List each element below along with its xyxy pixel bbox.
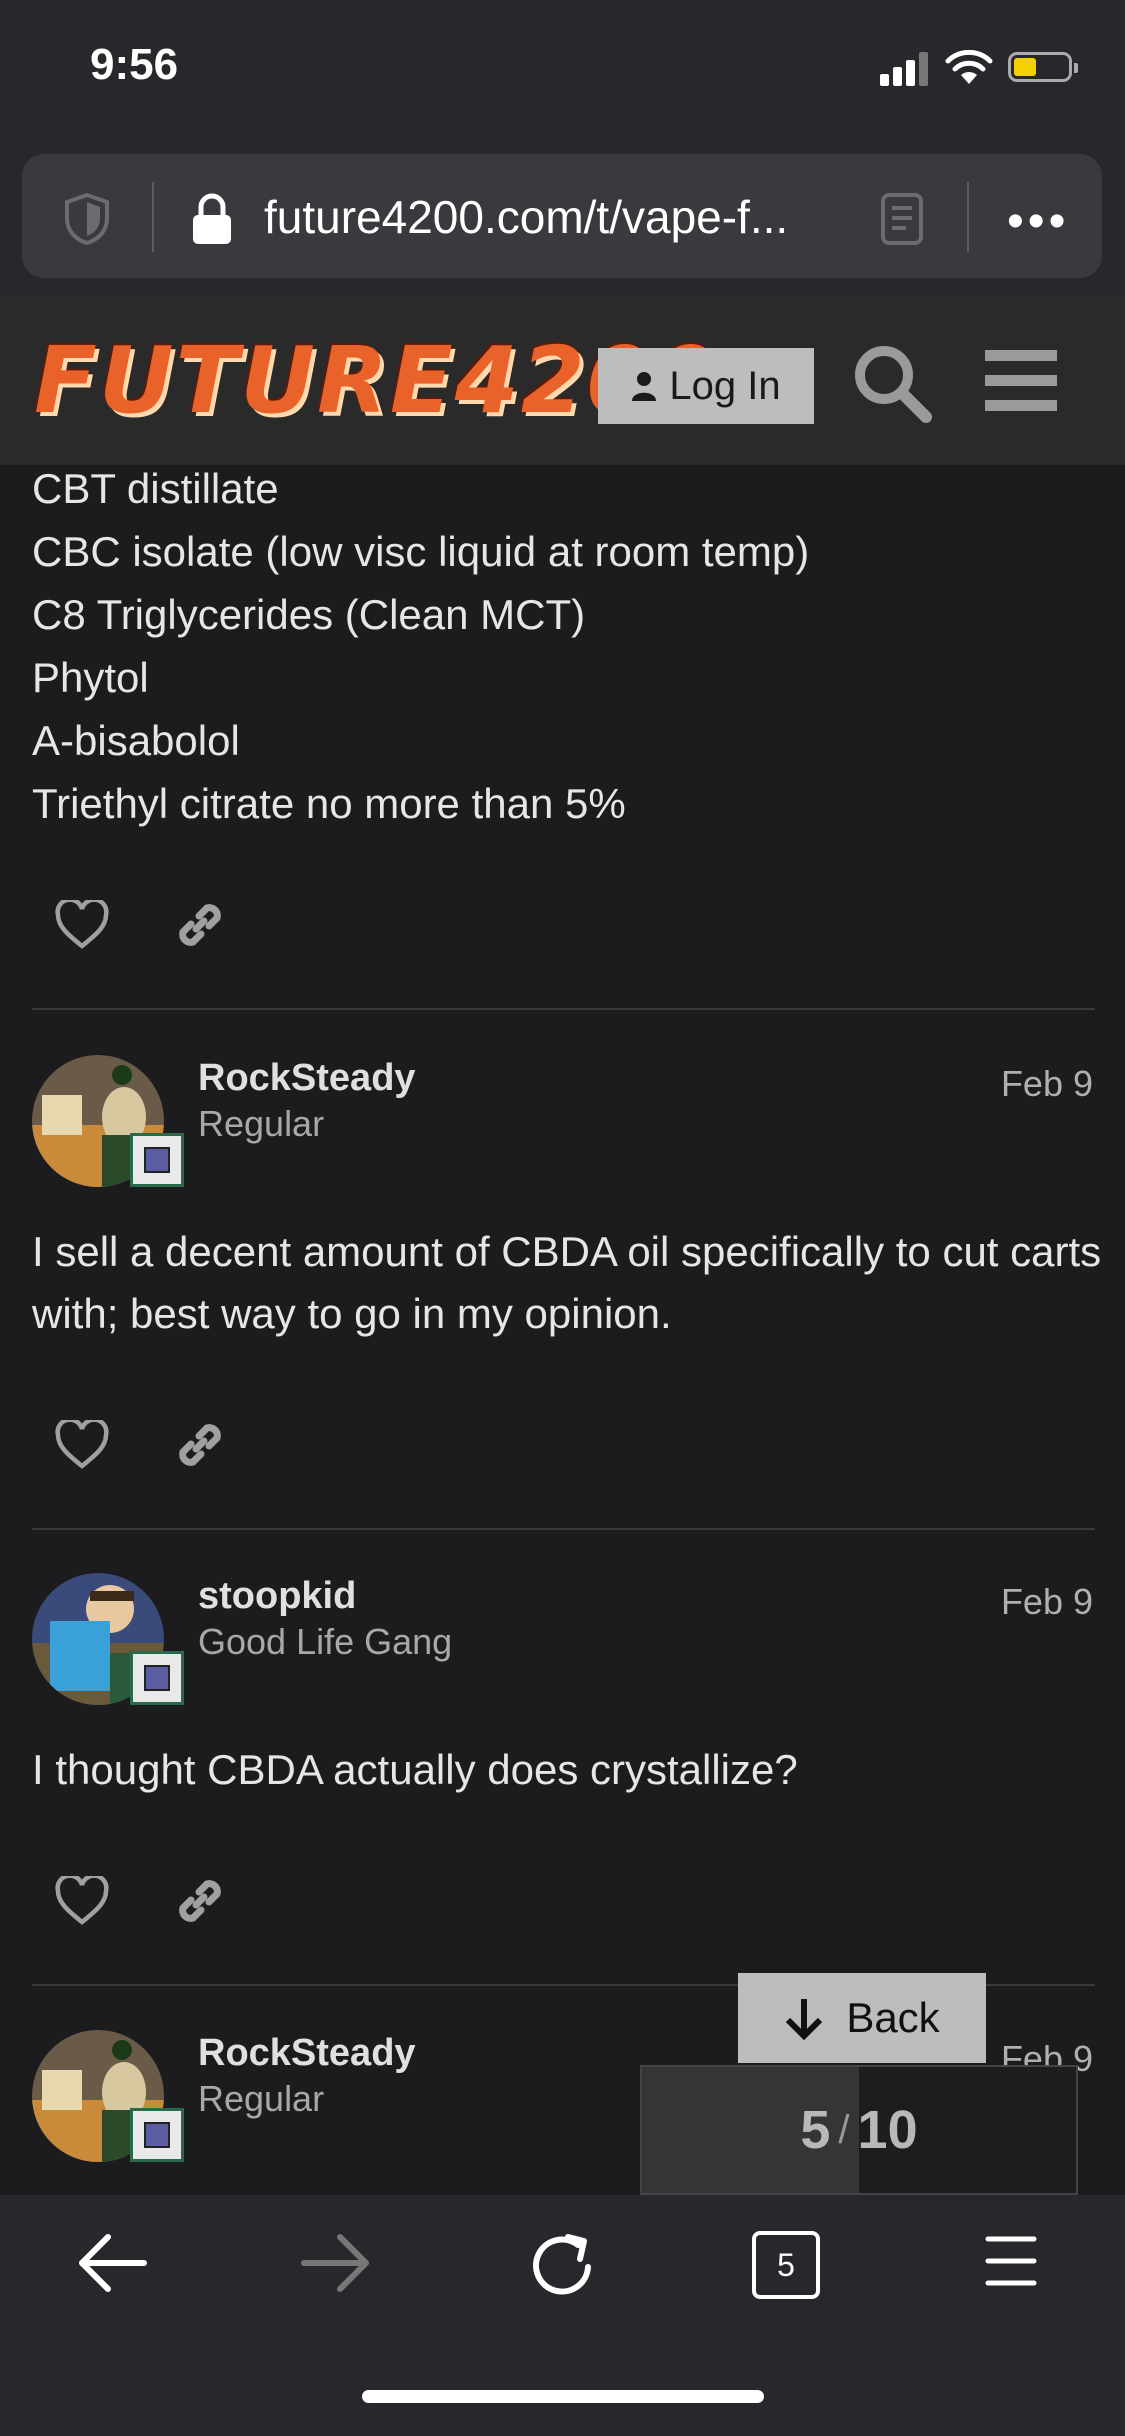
- post-user-title: Regular: [198, 1103, 325, 1144]
- share-link-icon[interactable]: [172, 1417, 228, 1473]
- post-divider: [32, 1008, 1095, 1010]
- post-text-line: Phytol: [32, 654, 149, 701]
- like-heart-icon[interactable]: [55, 900, 109, 950]
- battery-icon: [1008, 52, 1078, 82]
- user-flair-badge: [130, 2108, 184, 2162]
- post-user-title: Regular: [198, 2078, 325, 2119]
- more-options-icon[interactable]: •••: [1007, 194, 1069, 249]
- user-icon: [632, 372, 657, 401]
- post-date[interactable]: Feb 9: [1001, 1581, 1093, 1623]
- site-header: FUTURE4200 Log In: [0, 295, 1125, 465]
- post-username[interactable]: RockSteady: [198, 1057, 416, 1100]
- login-label: Log In: [669, 363, 781, 408]
- like-heart-icon[interactable]: [55, 1876, 109, 1926]
- topic-progress[interactable]: 5 / 10: [640, 2065, 1078, 2195]
- reader-mode-icon[interactable]: [880, 192, 924, 246]
- browser-address-area: future4200.com/t/vape-f... •••: [0, 150, 1125, 295]
- status-time: 9:56: [90, 40, 179, 89]
- back-label: Back: [846, 1994, 940, 2041]
- progress-label: 5 / 10: [642, 2067, 1076, 2193]
- home-indicator[interactable]: [362, 2390, 764, 2403]
- address-bar[interactable]: future4200.com/t/vape-f... •••: [22, 154, 1102, 278]
- hamburger-menu-icon[interactable]: [985, 350, 1057, 412]
- user-flair-badge: [130, 1133, 184, 1187]
- login-button[interactable]: Log In: [598, 348, 814, 424]
- back-button[interactable]: Back: [738, 1973, 986, 2063]
- post-text-line: CBT distillate: [32, 465, 279, 512]
- post-username[interactable]: RockSteady: [198, 2032, 416, 2075]
- status-bar: 9:56: [0, 0, 1125, 150]
- user-flair-badge: [130, 1651, 184, 1705]
- divider: [967, 182, 969, 252]
- search-icon[interactable]: [852, 343, 934, 425]
- post-text-line: CBC isolate (low visc liquid at room tem…: [32, 528, 810, 575]
- progress-slash: /: [838, 2107, 850, 2152]
- wifi-icon: [945, 50, 993, 84]
- progress-current: 5: [800, 2100, 831, 2160]
- progress-total: 10: [857, 2100, 918, 2160]
- post-body: I thought CBDA actually does crystallize…: [32, 1746, 798, 1793]
- tabs-button[interactable]: 5: [752, 2231, 820, 2299]
- url-text[interactable]: future4200.com/t/vape-f...: [264, 190, 788, 244]
- post-divider: [32, 1528, 1095, 1530]
- browser-toolbar: 5: [0, 2195, 1125, 2436]
- share-link-icon[interactable]: [172, 1873, 228, 1929]
- arrow-down-icon: [786, 1999, 823, 2040]
- shield-icon[interactable]: [62, 192, 112, 246]
- post-username[interactable]: stoopkid: [198, 1575, 356, 1618]
- post-body: I sell a decent amount of CBDA oil speci…: [32, 1228, 1102, 1337]
- post-text-line: A-bisabolol: [32, 717, 240, 764]
- post-user-title: Good Life Gang: [198, 1621, 453, 1662]
- menu-icon[interactable]: [985, 2231, 1037, 2291]
- share-link-icon[interactable]: [172, 897, 228, 953]
- cellular-signal-icon: [880, 50, 932, 86]
- back-arrow-icon[interactable]: [76, 2231, 148, 2295]
- post-date[interactable]: Feb 9: [1001, 1063, 1093, 1105]
- divider: [152, 182, 154, 252]
- reload-icon[interactable]: [528, 2231, 600, 2301]
- lock-icon: [193, 193, 231, 244]
- post-text-line: Triethyl citrate no more than 5%: [32, 780, 626, 827]
- post-text-line: C8 Triglycerides (Clean MCT): [32, 591, 586, 638]
- like-heart-icon[interactable]: [55, 1420, 109, 1470]
- forward-arrow-icon[interactable]: [300, 2231, 372, 2295]
